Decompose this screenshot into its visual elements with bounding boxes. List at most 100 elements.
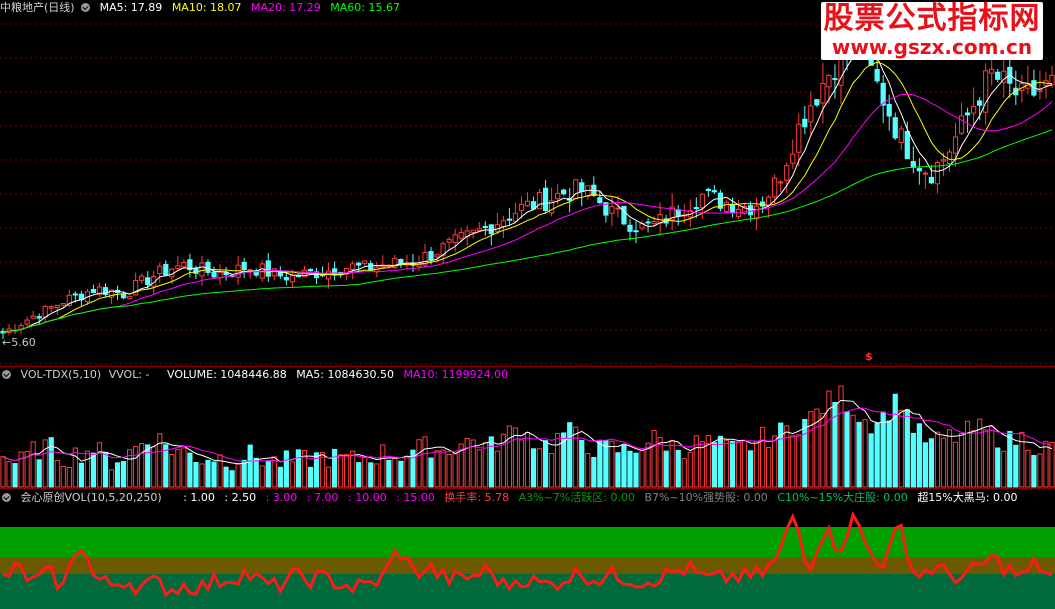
candle-body [790,153,796,164]
candle-body [645,221,651,224]
volume-bar [1037,453,1043,488]
volume-bar [72,447,78,488]
volume-bar [585,452,591,488]
volume-bar [145,444,151,488]
volume-bar [711,442,717,488]
candle-body [476,228,482,232]
volume-bar [621,444,627,488]
level-5: : 10.00 [348,491,387,504]
candle-body [163,263,169,276]
candle-body [434,254,440,258]
candle-body [428,251,434,261]
zone-d-readout: 超15%大黑马: 0.00 [917,491,1018,504]
volume-bar [253,457,259,488]
volume-bar [663,450,669,488]
candle-body [747,205,754,216]
volume-bar [398,460,404,488]
candle-body [753,205,760,220]
watermark-title: 股票公式指标网 [823,1,1041,36]
indicator2-settings-icon[interactable] [2,492,11,502]
vol-ma5-readout: MA5: 1084630.50 [296,368,394,381]
candle-body [36,316,42,319]
volume-bar [796,434,802,488]
candle-body [54,304,60,309]
ma5-readout: MA5: 17.89 [99,1,163,14]
candle-body [995,71,1001,80]
candle-body [307,268,314,272]
volume-bar [114,462,121,488]
candle-body [693,207,699,210]
volume-bar [356,462,362,488]
volume-bar [139,442,145,488]
candle-body [362,260,368,265]
ma5-line [2,46,1053,334]
volume-header: VOL-TDX(5,10) VVOL: - VOLUME: 1048446.88… [0,367,514,383]
volume-bar [1013,444,1019,488]
volume-bar [476,449,482,488]
volume-bar [760,426,766,488]
volume-bar [151,446,157,488]
candle-body [977,100,983,106]
candle-body [458,232,464,239]
volume-bar [898,409,904,488]
volume-bar [1025,449,1031,488]
candle-body [1049,74,1055,85]
candle-body [904,130,910,160]
indicator-settings-icon[interactable] [81,2,91,12]
volume-bar [331,448,338,488]
volume-bar [48,437,54,488]
candle-body [368,263,374,271]
candle-body [470,229,476,233]
volume-bar [530,448,537,488]
site-watermark-logo: 股票公式指标网 www.gszx.com.cn [821,2,1043,60]
candle-body [241,261,247,271]
candle-body [199,262,205,277]
volume-bar [916,423,922,488]
active-zone-band [0,527,1055,557]
volume-chart-panel[interactable]: VOL-TDX(5,10) VVOL: - VOLUME: 1048446.88… [0,366,1055,489]
volume-bar [880,411,886,488]
volume-bar [772,435,778,488]
candle-body [940,159,947,162]
candle-body [958,115,965,134]
volume-bar [928,438,935,488]
volume-bar [157,433,163,488]
volume-bar [904,409,910,488]
volume-bar [940,437,947,488]
candle-body [808,105,814,123]
volume-bar [96,442,103,488]
volume-bar [1031,455,1037,488]
candle-body [145,277,151,286]
candle-body [633,230,639,233]
zone-a-readout: A3%~7%活跃区: 0.00 [518,491,635,504]
volume-bar [555,433,561,488]
candle-body [193,267,199,274]
volume-bar [90,452,97,488]
volume-bar [591,457,597,488]
osc-indicator-name: 会心原创VOL(10,5,20,250) [20,491,162,504]
level-1: : 1.00 [183,491,215,504]
volume-bar [808,411,814,488]
volume-bar [874,422,880,488]
volume-bar [524,432,531,488]
level-6: : 15.00 [396,491,435,504]
candle-body [536,192,543,210]
candle-body [120,294,127,299]
volume-bar [512,427,519,488]
volume-bar [241,459,247,488]
volume-bar [579,439,585,488]
volume-bar [802,419,808,488]
turnover-indicator-panel[interactable]: 会心原创VOL(10,5,20,250) : 1.00 : 2.50 : 3.0… [0,488,1055,609]
volume-bar [633,452,639,488]
candle-body [886,103,892,117]
candle-body [398,259,404,265]
turnover-indicator-chart[interactable] [0,489,1055,609]
price-chart-panel[interactable]: 中粮地产(日线) MA5: 17.89 MA10: 18.07 MA20: 17… [0,0,1055,366]
volume-bar [790,435,796,488]
volume-readout: VOLUME: 1048446.88 [167,368,287,381]
volume-settings-icon[interactable] [2,369,11,379]
volume-bar [868,433,874,488]
volume-bars-chart[interactable] [0,367,1055,489]
candle-body [181,262,187,268]
volume-bar [404,455,410,488]
